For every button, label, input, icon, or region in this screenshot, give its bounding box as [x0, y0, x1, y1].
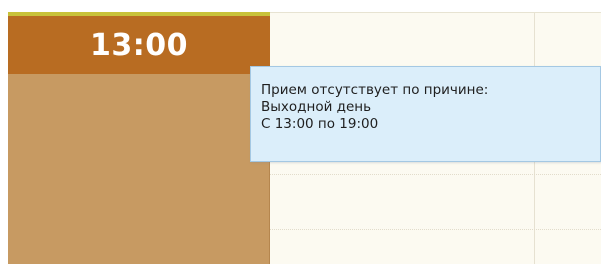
unavailable-slot-block[interactable] [8, 74, 270, 264]
left-margin [0, 0, 8, 264]
absence-reason-tooltip: Прием отсутствует по причине: Выходной д… [250, 66, 601, 162]
tooltip-reason-value: Выходной день [261, 99, 372, 115]
grid-row-line-dotted [270, 229, 601, 230]
tooltip-time-range: С 13:00 по 19:00 [261, 116, 379, 132]
time-slot-header[interactable]: 13:00 [8, 16, 270, 74]
grid-row-line-dotted [270, 174, 601, 175]
tooltip-reason-heading: Прием отсутствует по причине: [261, 82, 489, 98]
time-slot-label: 13:00 [90, 27, 188, 63]
